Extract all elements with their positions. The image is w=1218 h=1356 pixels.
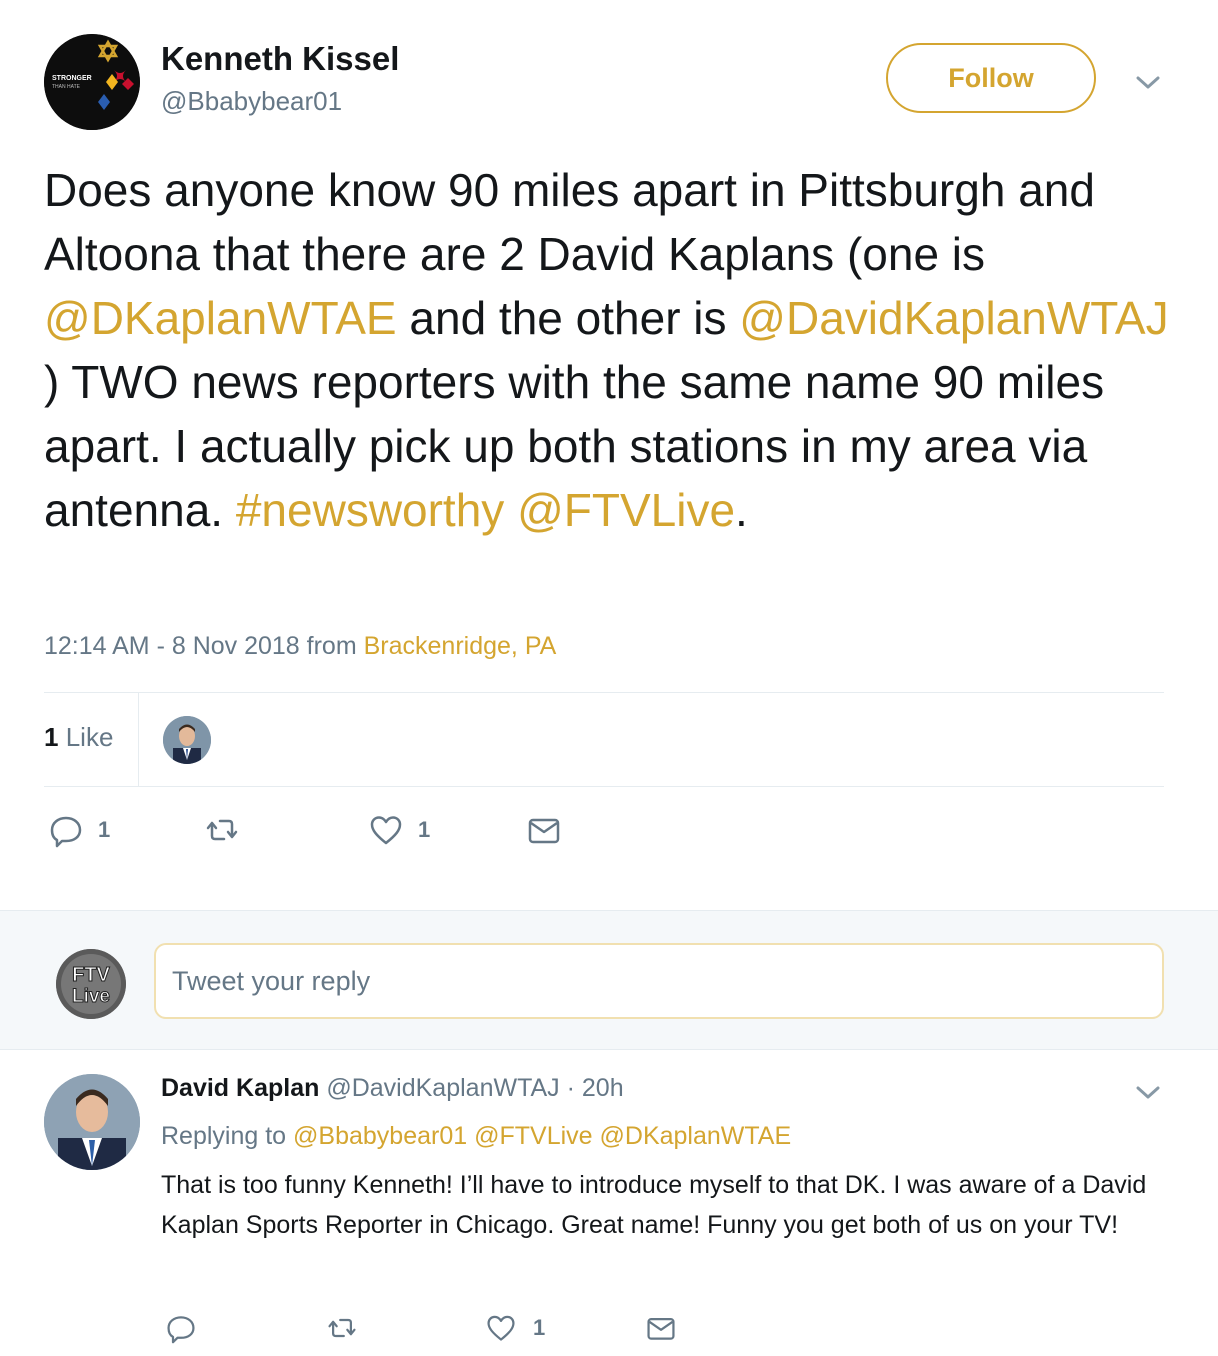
envelope-icon (528, 818, 560, 844)
retweet-action[interactable] (326, 1312, 374, 1344)
tweet-text-segment (504, 484, 517, 536)
likes-summary-count: 1 (44, 722, 59, 752)
chevron-down-icon[interactable] (1134, 70, 1162, 94)
follow-button[interactable]: Follow (886, 43, 1096, 113)
reply-icon (167, 1316, 195, 1344)
message-action[interactable] (645, 1312, 677, 1344)
reply-action[interactable] (165, 1312, 213, 1344)
reply-input[interactable]: Tweet your reply (154, 943, 1164, 1019)
replying-to-user[interactable]: @FTVLive (474, 1122, 592, 1150)
like-action[interactable]: 1 (368, 812, 430, 848)
divider (44, 786, 1164, 787)
divider (138, 693, 139, 786)
reply-author-handle[interactable]: @DavidKaplanWTAJ (326, 1074, 559, 1102)
avatar-text-top: FTV (72, 964, 110, 986)
tweet-text-link[interactable]: @FTVLive (517, 484, 735, 536)
person-photo-icon (163, 716, 211, 764)
replying-to: Replying to @Bbabybear01 @FTVLive @DKapl… (161, 1122, 791, 1151)
retweet-icon (328, 1318, 356, 1338)
reply-author-avatar[interactable] (44, 1074, 140, 1170)
tweet-text: Does anyone know 90 miles apart in Pitts… (44, 158, 1184, 542)
retweet-action[interactable] (204, 812, 254, 848)
current-user-avatar[interactable]: FTV Live (56, 949, 126, 1019)
avatar-text-bottom: THAN HATE (52, 84, 81, 90)
retweet-icon (206, 819, 238, 841)
reply-action[interactable]: 1 (48, 812, 110, 848)
tweet-location[interactable]: Brackenridge, PA (364, 632, 557, 660)
tweet-meta: 12:14 AM - 8 Nov 2018 from Brackenridge,… (44, 632, 556, 661)
reply-tweet: David Kaplan @DavidKaplanWTAJ · 20h Repl… (0, 1050, 1218, 1356)
replying-to-user[interactable]: @Bbabybear01 (293, 1122, 467, 1150)
replying-to-user[interactable]: @DKaplanWTAE (600, 1122, 792, 1150)
avatar-text-top: STRONGER (52, 75, 92, 82)
like-count: 1 (533, 1315, 546, 1340)
author-handle[interactable]: @Bbabybear01 (161, 86, 342, 117)
tweet-text-segment: . (735, 484, 748, 536)
reply-time[interactable]: · 20h (567, 1074, 624, 1102)
reply-author-name[interactable]: David Kaplan (161, 1074, 319, 1102)
heart-icon (487, 1315, 515, 1341)
reply-header: David Kaplan @DavidKaplanWTAJ · 20h (161, 1074, 624, 1103)
tweet-text-link[interactable]: @DavidKaplanWTAJ (739, 292, 1168, 344)
replying-to-label: Replying to (161, 1122, 287, 1150)
heart-icon (370, 816, 402, 845)
tweet-text-link[interactable]: @DKaplanWTAE (44, 292, 397, 344)
reply-count: 1 (98, 817, 111, 842)
reply-icon (50, 816, 82, 848)
like-action[interactable]: 1 (485, 1312, 545, 1344)
avatar-text-bottom: Live (72, 986, 110, 1007)
likes-summary[interactable]: 1 Like (44, 722, 113, 753)
author-name[interactable]: Kenneth Kissel (161, 40, 399, 78)
tweet-text-link[interactable]: #newsworthy (236, 484, 504, 536)
envelope-icon (647, 1318, 675, 1340)
liker-avatar[interactable] (163, 716, 211, 764)
like-count: 1 (418, 817, 431, 842)
reply-composer: FTV Live Tweet your reply (0, 910, 1218, 1050)
likes-summary-label: Like (65, 722, 114, 752)
main-tweet: STRONGER THAN HATE Kenneth Kissel @Bbaby… (0, 0, 1218, 910)
chevron-down-icon[interactable] (1134, 1080, 1162, 1104)
tweet-text-segment: Does anyone know 90 miles apart in Pitts… (44, 164, 1095, 280)
tweet-text-segment: and the other is (396, 292, 740, 344)
author-avatar[interactable]: STRONGER THAN HATE (44, 34, 140, 130)
message-action[interactable] (526, 812, 562, 848)
steelers-logo-icon: STRONGER THAN HATE (44, 34, 140, 130)
divider (44, 692, 1164, 693)
person-photo-icon (44, 1074, 140, 1170)
ftvlive-logo-icon: FTV Live (56, 949, 126, 1019)
tweet-timestamp[interactable]: 12:14 AM - 8 Nov 2018 from (44, 632, 357, 660)
reply-text: That is too funny Kenneth! I’ll have to … (161, 1171, 1147, 1239)
